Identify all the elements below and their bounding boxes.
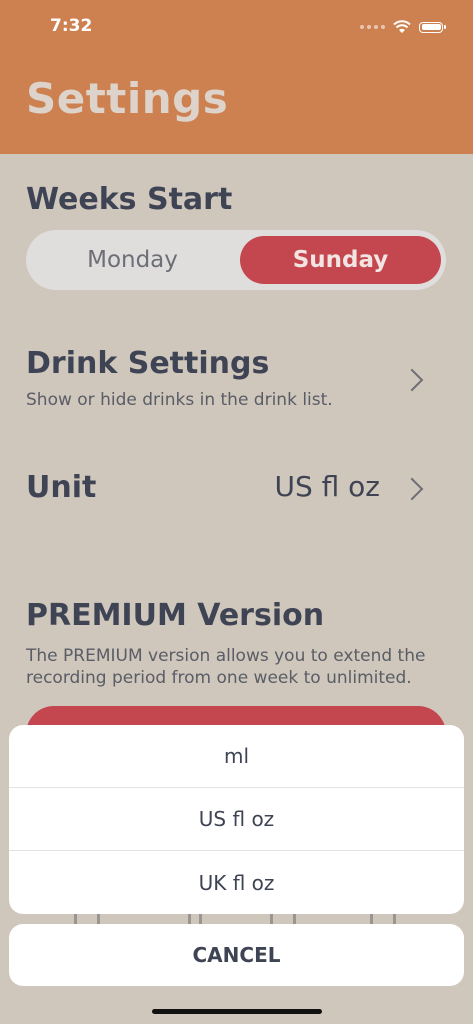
option-ml[interactable]: ml [9,725,464,788]
option-us-fl-oz[interactable]: US fl oz [9,788,464,851]
unit-action-sheet: ml US fl oz UK fl oz [9,725,464,914]
cancel-button[interactable]: CANCEL [9,924,464,986]
home-indicator [152,1009,322,1014]
option-uk-fl-oz[interactable]: UK fl oz [9,851,464,914]
